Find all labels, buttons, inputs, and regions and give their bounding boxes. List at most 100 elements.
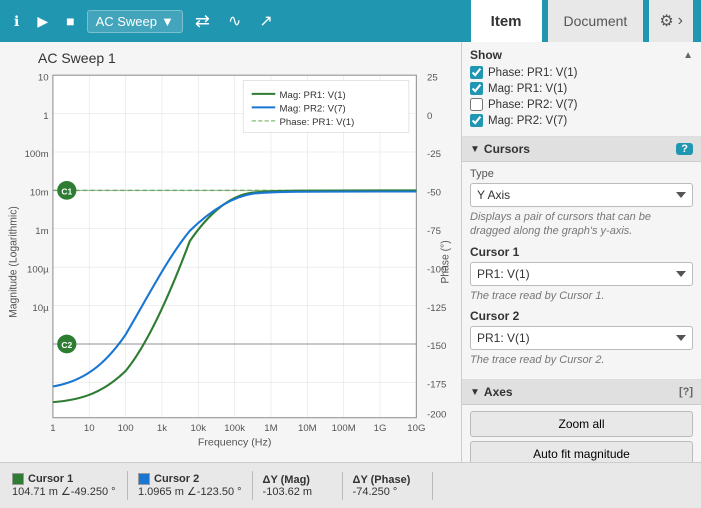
svg-text:10: 10 [38, 72, 49, 83]
zoom-all-button[interactable]: Zoom all [470, 411, 693, 437]
axes-label: Axes [484, 385, 513, 399]
checkbox-mag-pr2-input[interactable] [470, 114, 483, 127]
toolbar: ℹ ▶ ■ AC Sweep ▼ ⇄ ∿ ↗ Item Document ⚙ › [0, 0, 701, 42]
delta-y-phase-value: -74.250 ° [353, 486, 422, 498]
sweep-label: AC Sweep [96, 14, 157, 29]
show-label-text: Show [470, 48, 502, 62]
delta-y-mag-status: ΔY (Mag) -103.62 m [253, 472, 343, 500]
cursor2-status-label: Cursor 2 [154, 473, 199, 485]
checkbox-mag-pr1-label: Mag: PR1: V(1) [488, 83, 567, 95]
type-label: Type [470, 168, 693, 180]
svg-text:C2: C2 [61, 340, 72, 350]
checkbox-mag-pr2[interactable]: Mag: PR2: V(7) [470, 114, 693, 127]
cursor1-status: Cursor 1 104.71 m ∠-49.250 ° [8, 471, 128, 500]
svg-text:10M: 10M [298, 423, 317, 434]
checkbox-phase-pr2-input[interactable] [470, 98, 483, 111]
svg-text:-200: -200 [427, 410, 446, 421]
checkbox-phase-pr1[interactable]: Phase: PR1: V(1) [470, 66, 693, 79]
svg-text:Mag: PR2: V(7): Mag: PR2: V(7) [280, 104, 346, 115]
cursor2-status-value: 1.0965 m ∠-123.50 ° [138, 485, 242, 498]
cursor1-status-label: Cursor 1 [28, 473, 73, 485]
svg-text:100µ: 100µ [27, 264, 49, 275]
sine-button[interactable]: ∿ [222, 7, 247, 35]
svg-text:10G: 10G [407, 423, 425, 434]
checkbox-phase-pr1-input[interactable] [470, 66, 483, 79]
status-bar: Cursor 1 104.71 m ∠-49.250 ° Cursor 2 1.… [0, 462, 701, 508]
show-section: Show ▲ Phase: PR1: V(1) Mag: PR1: V(1) P… [462, 42, 701, 137]
gear-icon: ⚙ [659, 11, 673, 31]
chart-area: AC Sweep 1 [0, 42, 461, 462]
svg-text:0: 0 [427, 111, 432, 122]
checkbox-phase-pr1-label: Phase: PR1: V(1) [488, 67, 577, 79]
settings-button[interactable]: ⚙ › [649, 0, 693, 42]
checkbox-mag-pr1[interactable]: Mag: PR1: V(1) [470, 82, 693, 95]
cursor1-status-header: Cursor 1 [12, 473, 117, 485]
svg-text:100M: 100M [332, 423, 356, 434]
svg-text:-125: -125 [427, 303, 446, 314]
cursor1-group: Cursor 1 PR1: V(1) PR2: V(7) The trace r… [470, 245, 693, 303]
delta-y-phase-label: ΔY (Phase) [353, 474, 411, 486]
svg-text:1m: 1m [35, 226, 48, 237]
checkbox-mag-pr2-label: Mag: PR2: V(7) [488, 115, 567, 127]
auto-fit-button[interactable]: Auto fit magnitude [470, 441, 693, 462]
cursors-section-header[interactable]: ▼ Cursors ? [462, 137, 701, 162]
sweep-selector[interactable]: AC Sweep ▼ [87, 10, 183, 33]
scroll-up-icon[interactable]: ▲ [683, 50, 693, 61]
cursor2-group: Cursor 2 PR1: V(1) PR2: V(7) The trace r… [470, 309, 693, 367]
show-header: Show ▲ [470, 48, 693, 62]
info-button[interactable]: ℹ [8, 9, 25, 34]
play-icon: ▶ [37, 13, 48, 30]
chevron-icon: › [678, 12, 683, 30]
delta-y-phase-status: ΔY (Phase) -74.250 ° [343, 472, 433, 500]
svg-text:10: 10 [84, 423, 95, 434]
cursor1-label: Cursor 1 [470, 245, 693, 259]
cursors-label: Cursors [484, 142, 530, 156]
svg-text:100m: 100m [25, 149, 49, 160]
cursor2-select[interactable]: PR1: V(1) PR2: V(7) [470, 326, 693, 350]
cursors-content: Type Y Axis X Axis Free Displays a pair … [462, 162, 701, 380]
checkbox-mag-pr1-input[interactable] [470, 82, 483, 95]
axes-content: Zoom all Auto fit magnitude [462, 405, 701, 462]
measure-button[interactable]: ↗ [253, 7, 278, 35]
svg-text:-50: -50 [427, 188, 441, 199]
svg-text:-75: -75 [427, 226, 441, 237]
right-panel: Show ▲ Phase: PR1: V(1) Mag: PR1: V(1) P… [461, 42, 701, 462]
svg-text:1k: 1k [157, 423, 167, 434]
axes-section-header[interactable]: ▼ Axes [?] [462, 380, 701, 405]
svg-text:Phase: PR1: V(1): Phase: PR1: V(1) [280, 117, 355, 128]
tab-document-label: Document [564, 13, 628, 29]
svg-text:Frequency (Hz): Frequency (Hz) [198, 437, 272, 449]
cursor2-description: The trace read by Cursor 2. [470, 353, 693, 367]
main-content: AC Sweep 1 [0, 42, 701, 462]
cursor2-label: Cursor 2 [470, 309, 693, 323]
chart-svg[interactable]: C1 C2 Mag: PR1: V(1) Mag: PR2: V(7) Phas… [8, 70, 457, 454]
info-icon: ℹ [14, 13, 19, 30]
svg-text:C1: C1 [61, 187, 72, 197]
tab-document[interactable]: Document [548, 0, 644, 42]
stop-icon: ■ [66, 13, 74, 29]
cursor2-color-box [138, 473, 150, 485]
waveform-button[interactable]: ⇄ [189, 7, 216, 36]
delta-y-phase-header: ΔY (Phase) [353, 474, 422, 486]
checkbox-phase-pr2[interactable]: Phase: PR2: V(7) [470, 98, 693, 111]
svg-text:Magnitude (Logarithmic): Magnitude (Logarithmic) [8, 206, 20, 318]
svg-text:1: 1 [43, 111, 48, 122]
delta-y-mag-label: ΔY (Mag) [263, 474, 310, 486]
cursor1-select[interactable]: PR1: V(1) PR2: V(7) [470, 262, 693, 286]
type-select[interactable]: Y Axis X Axis Free [470, 183, 693, 207]
stop-button[interactable]: ■ [60, 9, 80, 33]
cursor1-color-box [12, 473, 24, 485]
chart-container[interactable]: C1 C2 Mag: PR1: V(1) Mag: PR2: V(7) Phas… [8, 70, 457, 454]
axes-help-badge[interactable]: [?] [679, 386, 693, 398]
checkbox-phase-pr2-label: Phase: PR2: V(7) [488, 99, 577, 111]
svg-text:1G: 1G [374, 423, 387, 434]
cursor2-status-header: Cursor 2 [138, 473, 242, 485]
tab-item[interactable]: Item [471, 0, 542, 42]
cursors-help-badge[interactable]: ? [676, 143, 693, 155]
svg-text:10m: 10m [30, 188, 49, 199]
svg-text:1: 1 [50, 423, 55, 434]
svg-text:Phase (°): Phase (°) [439, 240, 451, 283]
cursor2-status: Cursor 2 1.0965 m ∠-123.50 ° [128, 471, 253, 500]
svg-text:-175: -175 [427, 380, 446, 391]
play-button[interactable]: ▶ [31, 9, 54, 34]
